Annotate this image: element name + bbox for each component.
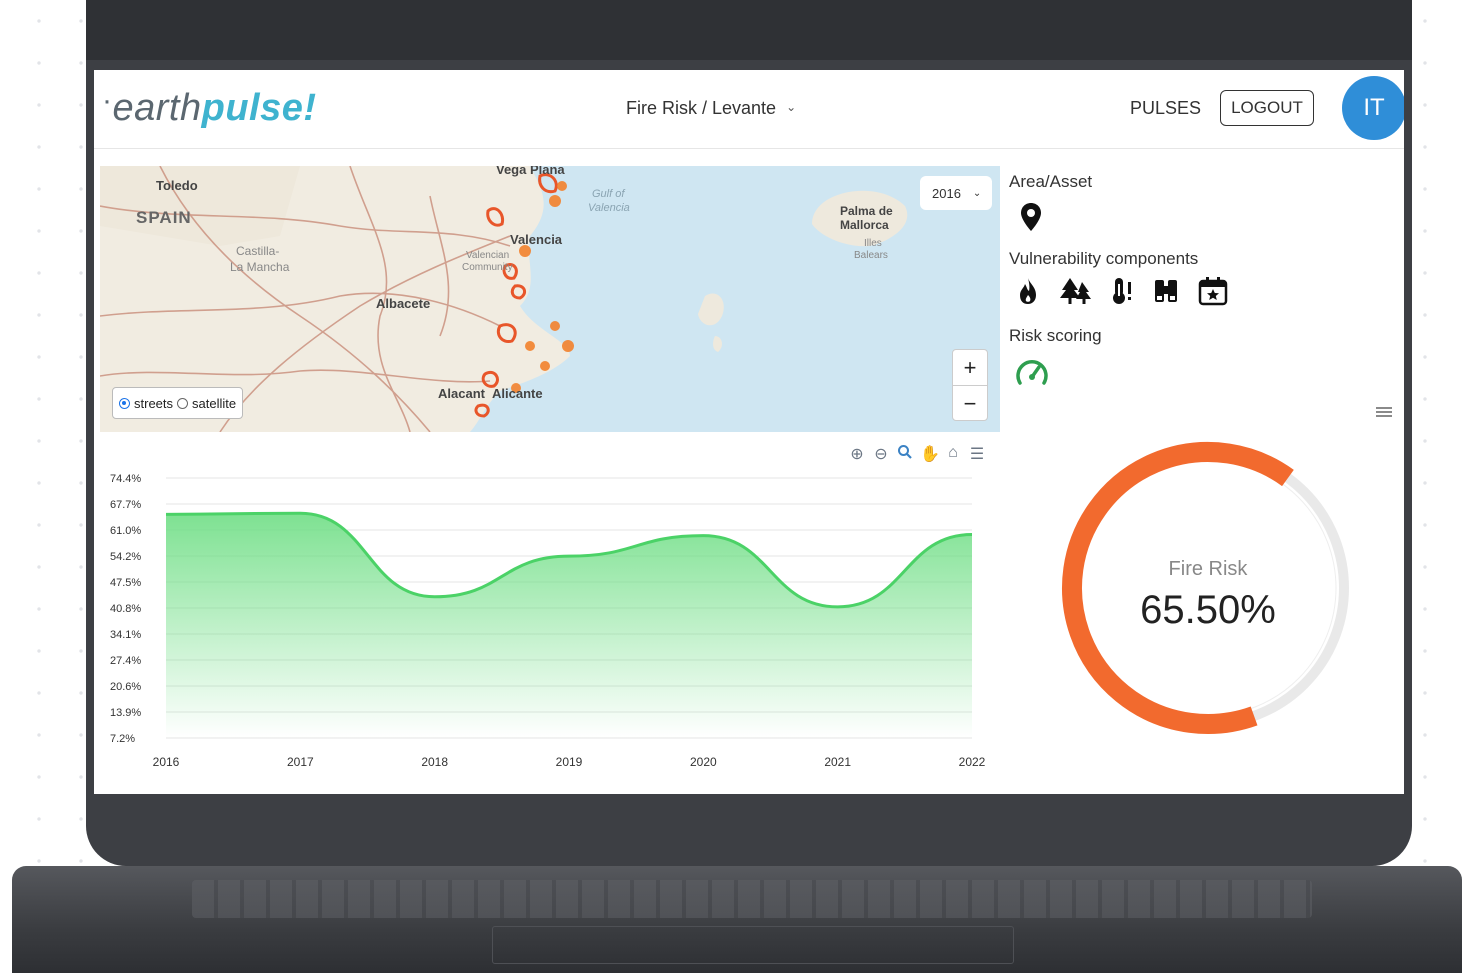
map-label-gulf-2: Valencia [588,202,630,214]
x-tick-label: 2020 [690,755,717,769]
chevron-down-icon: ⌄ [972,187,982,199]
app-logo[interactable]: ·earthpulse! [102,84,317,130]
map-label-valencian: Valencian [466,250,510,261]
map-pin-icon[interactable] [1020,202,1042,237]
map-label-vega-plana: Vega Plana [496,166,565,177]
map-label-illes: Illes [864,238,882,249]
gauge-title: Fire Risk [1168,558,1248,580]
breadcrumb-region: Levante [712,98,777,118]
trackpad [492,926,1014,964]
layer-label-streets: streets [134,395,174,411]
y-tick-label: 47.5% [110,577,141,589]
map-label-valencia: Valencia [510,232,563,247]
y-tick-label: 13.9% [110,707,141,719]
logo-suffix: pulse! [201,87,317,129]
map-label-alicante: Alicante [492,386,543,401]
x-tick-label: 2017 [287,755,314,769]
keyboard [192,880,1312,918]
fire-risk-chart: 74.4% 67.7% 61.0% 54.2% 47.5% 40.8% 34.1% 27.4%… [110,473,986,769]
zoom-control: + − [952,349,988,421]
risk-map[interactable]: Toledo SPAIN Castilla- La Mancha Albacet… [100,166,1000,432]
map-label-mallorca: Mallorca [840,218,889,232]
binoculars-icon[interactable] [1152,276,1180,306]
y-tick-label: 27.4% [110,655,141,667]
user-avatar[interactable]: IT [1342,76,1404,140]
laptop-base [12,866,1462,973]
y-tick-label: 74.4% [110,473,141,485]
y-tick-label: 40.8% [110,603,141,615]
map-label-albacete: Albacete [376,296,431,311]
logo-prefix: earth [112,87,202,129]
gauge-icon[interactable] [1014,357,1050,394]
y-tick-label: 54.2% [110,551,141,563]
y-tick-label: 20.6% [110,681,141,693]
map-label-palma: Palma de [840,204,893,218]
zoom-in-button[interactable]: + [953,350,987,385]
x-tick-label: 2019 [556,755,583,769]
trees-icon[interactable] [1058,276,1092,306]
map-label-toledo: Toledo [156,178,198,193]
map-label-gulf: Gulf of [592,188,625,200]
x-tick-label: 2021 [824,755,851,769]
map-label-balears: Balears [854,250,888,261]
x-tick-label: 2018 [421,755,448,769]
zoom-out-button[interactable]: − [953,385,987,421]
chevron-down-icon: ⌄ [786,100,797,114]
area-asset-label: Area/Asset [1009,172,1093,191]
breadcrumb-section: Fire Risk / [626,98,707,118]
breadcrumb[interactable]: Fire Risk / Levante ⌄ [626,98,796,119]
thermometer-alert-icon[interactable] [1110,276,1134,306]
y-tick-label: 67.7% [110,499,141,511]
map-label-la-mancha: La Mancha [230,260,290,274]
layer-radio-streets[interactable] [119,397,130,409]
y-tick-label: 34.1% [110,629,141,641]
vulnerability-label: Vulnerability components [1009,249,1199,268]
year-select[interactable]: 2016 ⌄ [920,176,992,210]
x-tick-label: 2016 [153,755,180,769]
map-label-castilla: Castilla- [236,244,280,258]
logout-button[interactable]: LOGOUT [1220,90,1314,126]
layer-switcher: streets satellite [112,387,244,419]
x-tick-label: 2022 [959,755,986,769]
map-label-community: Community [462,262,513,273]
y-tick-label: 7.2% [110,733,135,745]
app-screen: ·earthpulse! Fire Risk / Levante ⌄ PULSES… [94,70,1404,794]
year-select-value: 2016 [932,185,961,201]
chart-area [166,513,972,738]
calendar-star-icon[interactable] [1198,276,1228,306]
pulses-link[interactable]: PULSES [1130,98,1201,119]
layer-label-satellite: satellite [192,395,237,411]
gauge-value: 65.50% [1140,588,1276,632]
layer-radio-satellite[interactable] [177,397,189,409]
top-bar: ·earthpulse! Fire Risk / Levante ⌄ PULSES… [94,70,1404,149]
map-label-alacant: Alacant [438,386,485,401]
map-label-spain: SPAIN [136,208,192,227]
vulnerability-icons [1016,276,1228,306]
y-tick-label: 61.0% [110,525,141,537]
risk-scoring-label: Risk scoring [1009,326,1102,345]
fire-icon[interactable] [1016,276,1040,306]
hamburger-menu-icon[interactable] [1374,404,1394,425]
